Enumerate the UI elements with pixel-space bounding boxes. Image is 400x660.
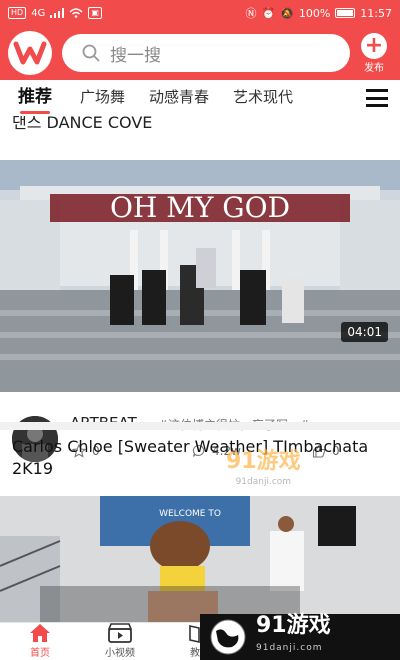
signal-icon (50, 8, 65, 18)
video-feed[interactable]: 댄스 DANCE COVE OH MY GOD 04:01 0 4.2w 0 C… (0, 116, 400, 622)
nav-short-video[interactable]: 小视频 (90, 623, 150, 660)
publish-button[interactable]: + 发布 (356, 32, 392, 74)
mute-icon: 🔕 (280, 6, 294, 20)
home-icon (30, 624, 50, 642)
battery-icon (335, 8, 356, 18)
video-thumbnail[interactable]: OH MY GOD (0, 160, 400, 392)
alarm-icon: ⏰ (261, 6, 276, 20)
brand-url: 91danji.com (256, 643, 323, 653)
tab-square-dance[interactable]: 广场舞 (68, 80, 137, 116)
watermark-url: 91danji.com (235, 477, 292, 487)
clock: 11:57 (360, 6, 392, 20)
video-thumbnail[interactable]: WELCOME TO (0, 496, 400, 622)
app-header: 搜一搜 + 发布 (0, 26, 400, 80)
hd-badge: HD (8, 7, 27, 19)
tab-dynamic-youth[interactable]: 动感青春 (137, 80, 221, 116)
wifi-icon (69, 8, 83, 18)
globe-icon (210, 619, 246, 655)
plus-icon: + (361, 32, 387, 59)
tab-recommend[interactable]: 推荐 (0, 80, 68, 116)
nav-home[interactable]: 首页 (10, 623, 70, 660)
video-title[interactable]: Carlos Chloe [Sweater Weather] TImbachat… (12, 436, 388, 480)
search-placeholder: 搜一搜 (110, 45, 161, 66)
status-bar: HD 4G ▣ Ⓝ ⏰ 🔕 100% 11:57 (0, 0, 400, 26)
bottom-nav: 首页 小视频 教学 91游戏 91danji.com (0, 614, 400, 660)
brand-watermark: 91游戏 91danji.com (200, 614, 400, 660)
watermark-text: 91游戏 (226, 449, 301, 474)
video-title[interactable]: 댄스 DANCE COVE (12, 116, 388, 136)
watermark-logo: 91游戏 91danji.com (226, 449, 301, 492)
app-screen: HD 4G ▣ Ⓝ ⏰ 🔕 100% 11:57 搜一搜 + 发布 推荐 广场舞… (0, 0, 400, 660)
nav-short-video-label: 小视频 (105, 648, 135, 659)
thumbnail-title-text: OH MY GOD (110, 191, 290, 224)
banner-text: WELCOME TO (159, 509, 221, 519)
category-tabs: 推荐 广场舞 动感青春 艺术现代 (0, 80, 400, 116)
clapperboard-icon (107, 623, 133, 643)
nav-home-label: 首页 (30, 648, 50, 659)
nfc-icon: Ⓝ (245, 7, 257, 20)
menu-icon[interactable] (366, 89, 388, 107)
card-divider (0, 422, 400, 430)
search-icon (82, 44, 100, 62)
publish-label: 发布 (364, 62, 384, 74)
brand-text: 91游戏 (256, 613, 331, 638)
app-notify-icon: ▣ (88, 7, 102, 19)
network-badge: 4G (31, 7, 46, 19)
app-logo-icon[interactable] (8, 31, 52, 75)
tab-modern-art[interactable]: 艺术现代 (221, 80, 305, 116)
search-input[interactable]: 搜一搜 (62, 34, 350, 72)
battery-text: 100% (298, 6, 331, 20)
video-duration: 04:01 (341, 322, 388, 342)
